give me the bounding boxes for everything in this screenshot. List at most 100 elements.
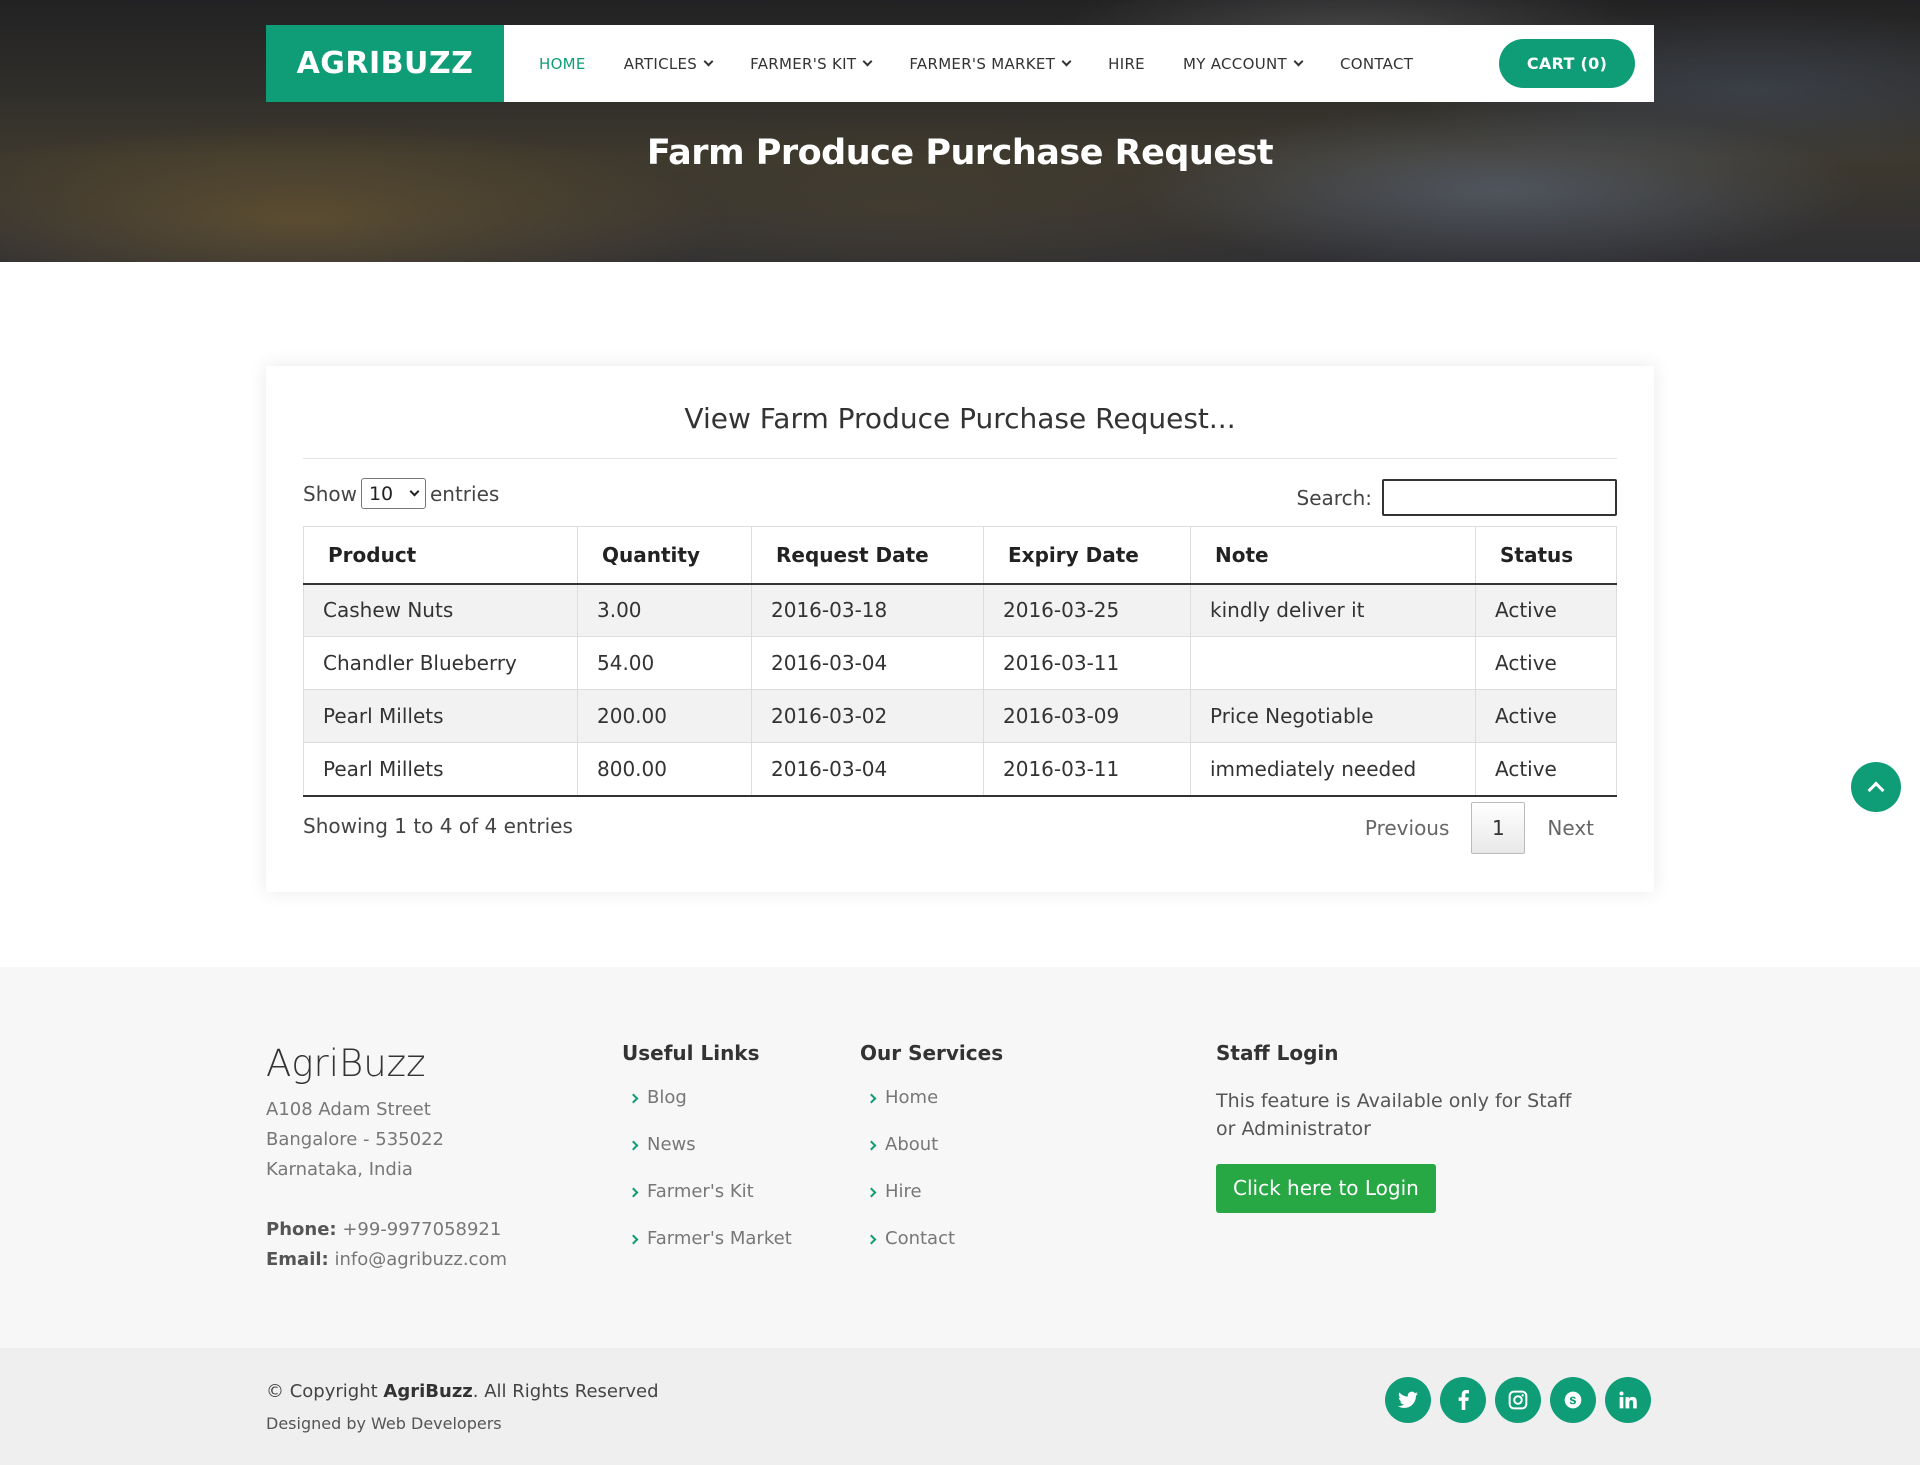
pagination-next[interactable]: Next — [1525, 802, 1616, 854]
footer-link-farmers-kit[interactable]: Farmer's Kit — [622, 1181, 792, 1228]
chevron-right-icon — [628, 1140, 639, 1151]
cell-status: Active — [1475, 583, 1617, 637]
copyright-brand: AgriBuzz — [383, 1381, 473, 1402]
nav-item-farmers-market[interactable]: FARMER'S MARKET — [890, 25, 1089, 102]
cell-expiry-date: 2016-03-11 — [983, 636, 1191, 690]
footer-link-contact[interactable]: Contact — [860, 1228, 1003, 1275]
chevron-down-icon — [862, 56, 873, 67]
instagram-icon[interactable] — [1495, 1377, 1541, 1423]
nav-menu: HOME ARTICLES FARMER'S KIT FARMER'S MARK… — [520, 25, 1432, 102]
footer-link-hire[interactable]: Hire — [860, 1181, 1003, 1228]
cell-quantity: 54.00 — [577, 636, 752, 690]
main-navbar: AGRIBUZZ HOME ARTICLES FARMER'S KIT FARM… — [266, 25, 1654, 102]
chevron-down-icon — [1293, 56, 1304, 67]
footer-link-home[interactable]: Home — [860, 1087, 1003, 1134]
nav-item-articles[interactable]: ARTICLES — [605, 25, 731, 102]
footer-link-label: Blog — [647, 1087, 687, 1108]
nav-item-contact[interactable]: CONTACT — [1321, 25, 1432, 102]
table-search: Search: — [1297, 479, 1617, 516]
footer-phone: Phone: +99-9977058921 — [266, 1215, 507, 1245]
facebook-icon[interactable] — [1440, 1377, 1486, 1423]
nav-item-hire[interactable]: HIRE — [1089, 25, 1164, 102]
request-panel: View Farm Produce Purchase Request... Sh… — [266, 366, 1654, 892]
site-logo[interactable]: AGRIBUZZ — [266, 25, 504, 102]
nav-item-my-account[interactable]: MY ACCOUNT — [1164, 25, 1321, 102]
footer-link-news[interactable]: News — [622, 1134, 792, 1181]
linkedin-icon[interactable] — [1605, 1377, 1651, 1423]
chevron-right-icon — [866, 1140, 877, 1151]
cell-expiry-date: 2016-03-09 — [983, 689, 1191, 743]
cell-quantity: 3.00 — [577, 583, 752, 637]
cell-quantity: 200.00 — [577, 689, 752, 743]
chevron-down-icon — [409, 486, 420, 497]
nav-item-label: HIRE — [1108, 54, 1145, 73]
cell-request-date: 2016-03-02 — [751, 689, 984, 743]
address-line: Bangalore - 535022 — [266, 1129, 444, 1150]
page-title: Farm Produce Purchase Request — [646, 133, 1274, 173]
footer-address: A108 Adam Street Bangalore - 535022 Karn… — [266, 1095, 444, 1185]
chevron-right-icon — [866, 1187, 877, 1198]
copyright-prefix: © Copyright — [266, 1381, 378, 1402]
table-row: Pearl Millets 200.00 2016-03-02 2016-03-… — [303, 689, 1617, 743]
column-header-status[interactable]: Status — [1475, 526, 1617, 585]
column-header-product[interactable]: Product — [303, 526, 578, 585]
footer-contact: Phone: +99-9977058921 Email: info@agribu… — [266, 1215, 507, 1275]
footer-link-blog[interactable]: Blog — [622, 1087, 792, 1134]
email-value[interactable]: info@agribuzz.com — [334, 1249, 507, 1270]
footer-link-label: About — [885, 1134, 939, 1155]
address-line: A108 Adam Street — [266, 1099, 431, 1120]
chevron-right-icon — [866, 1234, 877, 1245]
nav-item-label: MY ACCOUNT — [1182, 54, 1287, 73]
footer-link-label: Hire — [885, 1181, 922, 1202]
panel-title: View Farm Produce Purchase Request... — [303, 402, 1617, 459]
staff-login-text: This feature is Available only for Staff… — [1216, 1090, 1572, 1140]
email-label: Email: — [266, 1249, 329, 1270]
designed-by: Designed by Web Developers — [266, 1414, 502, 1433]
entries-select[interactable]: 10 — [360, 478, 426, 509]
purchase-request-table: Product Quantity Request Date Expiry Dat… — [303, 526, 1617, 797]
footer-link-farmers-market[interactable]: Farmer's Market — [622, 1228, 792, 1275]
footer-link-label: News — [647, 1134, 696, 1155]
footer-brand: AgriBuzz — [266, 1042, 426, 1085]
twitter-icon[interactable] — [1385, 1377, 1431, 1423]
column-header-request-date[interactable]: Request Date — [751, 526, 984, 585]
cell-expiry-date: 2016-03-25 — [983, 583, 1191, 637]
scroll-to-top-button[interactable] — [1851, 762, 1901, 812]
table-info: Showing 1 to 4 of 4 entries — [303, 814, 573, 838]
cell-status: Active — [1475, 636, 1617, 690]
skype-icon[interactable] — [1550, 1377, 1596, 1423]
staff-login-button[interactable]: Click here to Login — [1216, 1164, 1436, 1213]
search-input[interactable] — [1382, 479, 1617, 516]
nav-item-farmers-kit[interactable]: FARMER'S KIT — [731, 25, 890, 102]
column-header-quantity[interactable]: Quantity — [577, 526, 752, 585]
copyright-bar: © Copyright AgriBuzz. All Rights Reserve… — [0, 1348, 1920, 1465]
chevron-up-icon — [1867, 781, 1885, 799]
nav-item-label: CONTACT — [1339, 54, 1414, 73]
cell-product: Pearl Millets — [303, 689, 578, 743]
chevron-down-icon — [703, 56, 714, 67]
address-line: Karnataka, India — [266, 1159, 413, 1180]
table-row: Cashew Nuts 3.00 2016-03-18 2016-03-25 k… — [303, 583, 1617, 637]
cell-note: immediately needed — [1190, 742, 1476, 797]
cart-button[interactable]: CART (0) — [1499, 39, 1635, 88]
useful-links-title: Useful Links — [622, 1041, 760, 1065]
column-header-expiry-date[interactable]: Expiry Date — [983, 526, 1191, 585]
nav-item-label: HOME — [539, 54, 586, 73]
nav-item-home[interactable]: HOME — [520, 25, 605, 102]
social-links — [1385, 1377, 1651, 1423]
entries-select-value: 10 — [368, 482, 394, 505]
chevron-right-icon — [628, 1187, 639, 1198]
table-row: Chandler Blueberry 54.00 2016-03-04 2016… — [303, 636, 1617, 690]
nav-item-label: ARTICLES — [623, 54, 698, 73]
table-header-row: Product Quantity Request Date Expiry Dat… — [303, 526, 1617, 585]
pagination-previous[interactable]: Previous — [1343, 802, 1472, 854]
search-label: Search: — [1296, 485, 1372, 510]
footer-link-label: Home — [885, 1087, 939, 1108]
footer-useful-links: Useful Links Blog News Farmer's Kit Farm… — [622, 1041, 792, 1275]
column-header-note[interactable]: Note — [1190, 526, 1476, 585]
footer-link-label: Farmer's Market — [647, 1228, 792, 1249]
services-title: Our Services — [860, 1041, 1004, 1065]
cell-product: Chandler Blueberry — [303, 636, 578, 690]
footer-link-about[interactable]: About — [860, 1134, 1003, 1181]
pagination-page-1[interactable]: 1 — [1471, 802, 1526, 854]
